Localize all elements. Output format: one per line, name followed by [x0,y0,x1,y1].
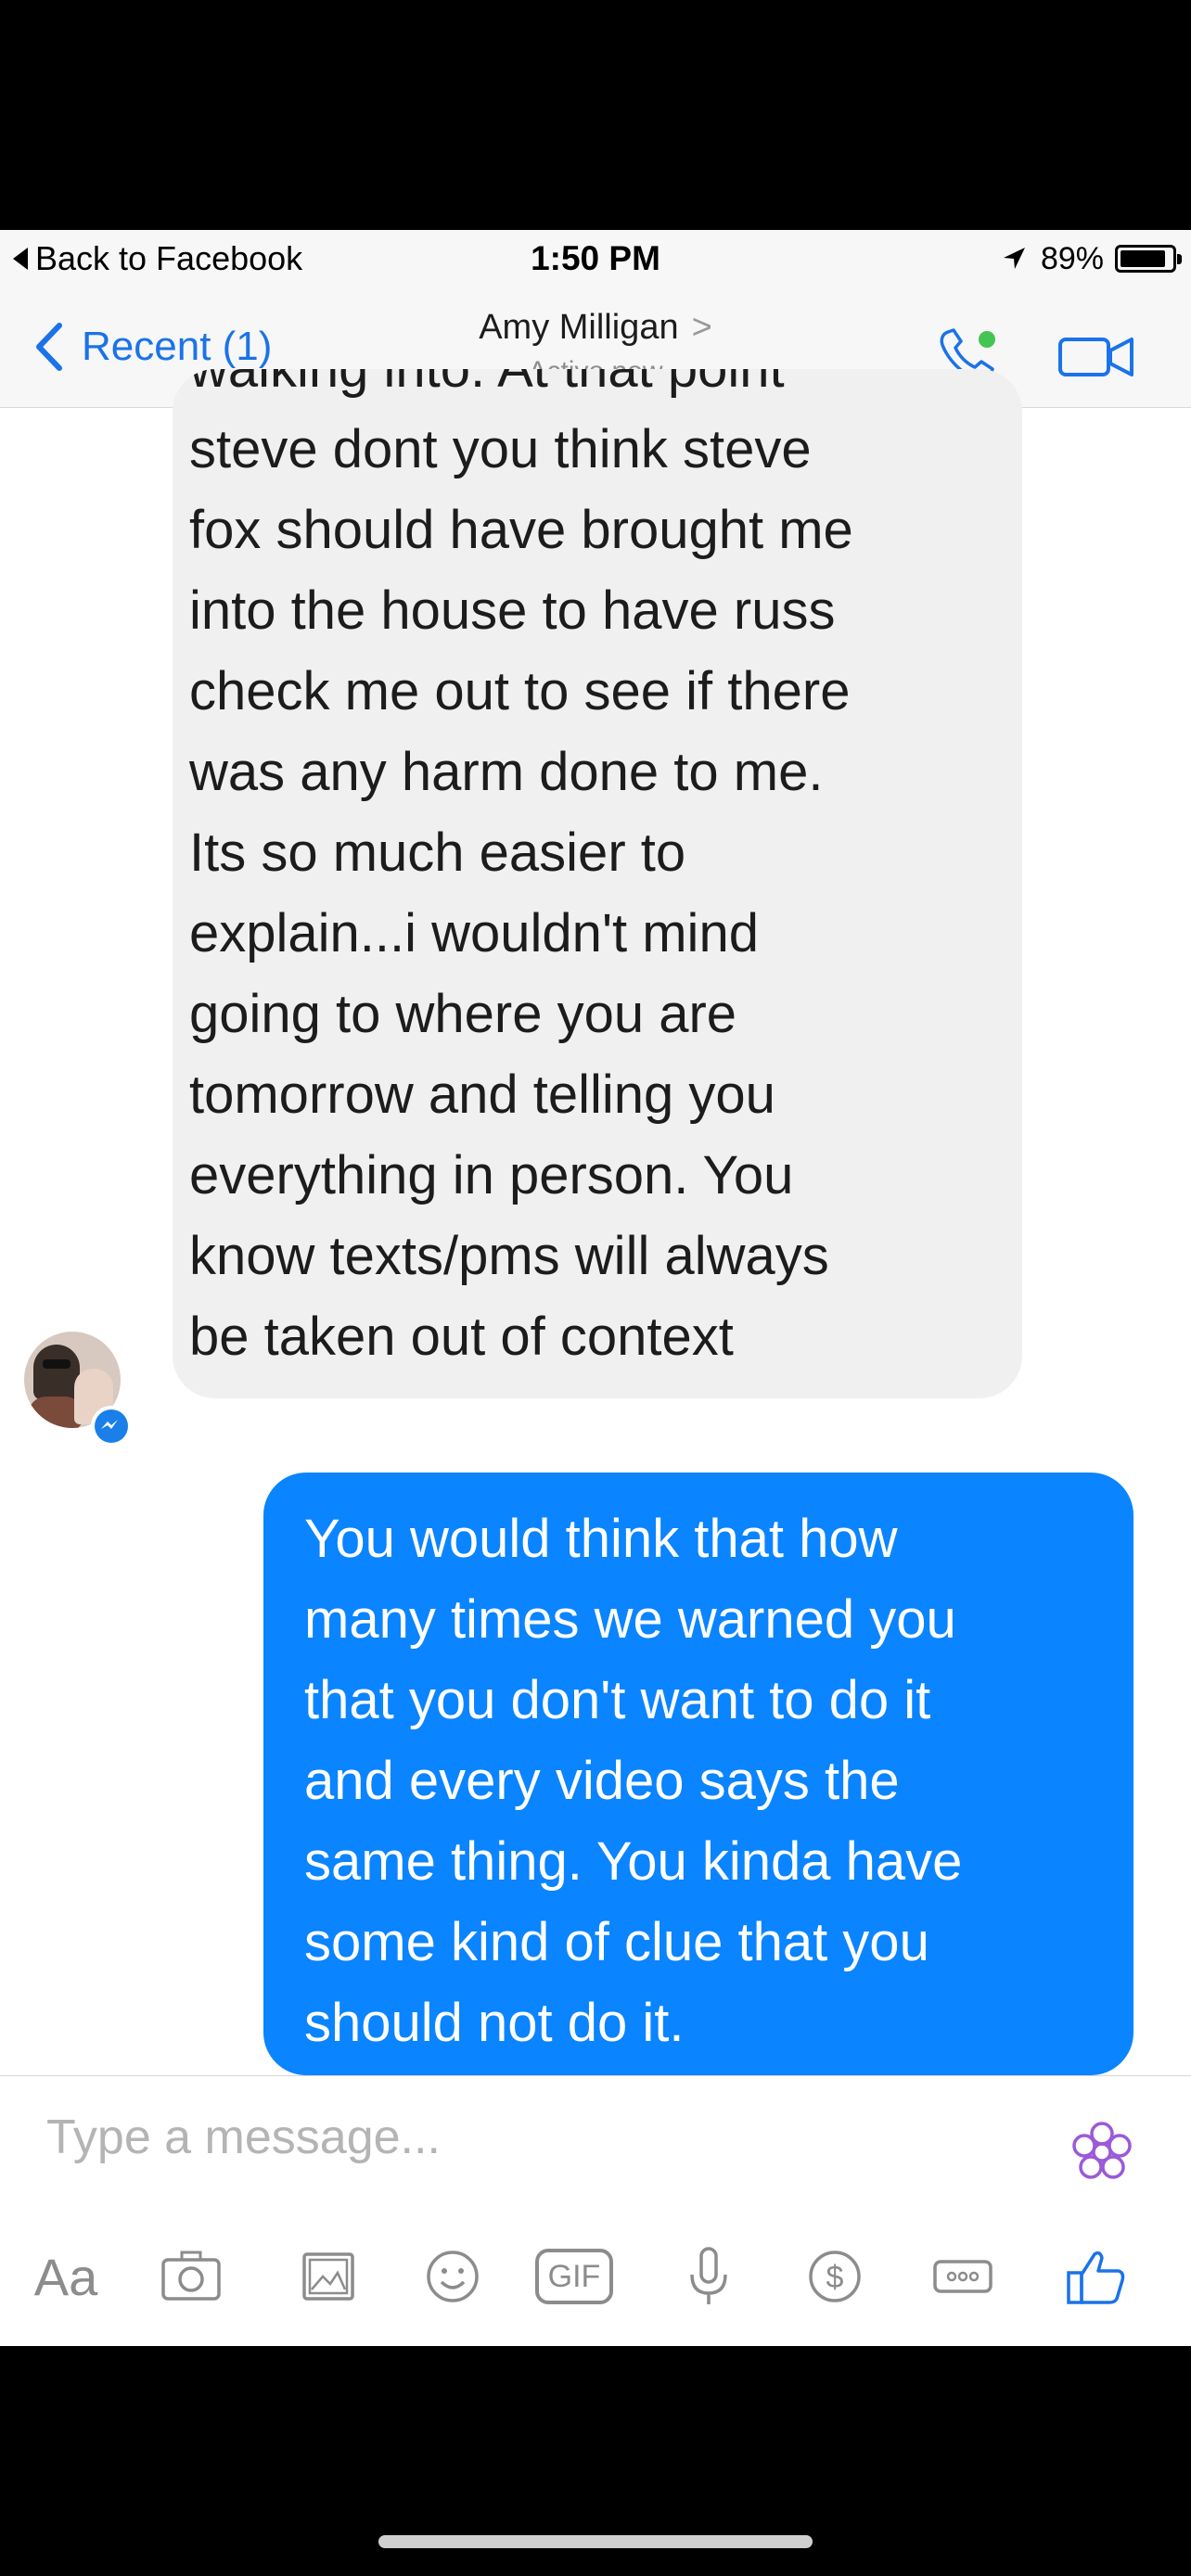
incoming-message-bubble[interactable]: walking into. At that point steve dont y… [173,369,1022,1398]
outgoing-message-bubble[interactable]: You would think that how many times we w… [263,1473,1133,2075]
avatar-shape [43,1359,70,1369]
top-black-bar [0,0,1191,230]
message-line: that you don't want to do it [304,1670,931,1730]
contact-name-text: Amy Milligan [479,308,679,347]
message-line: tomorrow and telling you [189,1065,775,1125]
message-line: steve dont you think steve [189,419,812,479]
message-line: some kind of clue that you [304,1912,929,1972]
location-arrow-icon [1003,248,1025,269]
flower-icon[interactable] [1067,2117,1137,2187]
microphone-icon [690,2247,727,2304]
camera-button[interactable] [154,2239,228,2314]
message-line: and every video says the [304,1751,900,1811]
message-line: going to where you are [189,984,737,1044]
status-right: 89% [1000,237,1182,280]
gif-label: GIF [535,2249,613,2304]
payment-icon: $ [809,2251,861,2302]
message-line: be taken out of context [189,1307,734,1367]
emoji-icon [427,2251,479,2302]
message-line: explain...i wouldn't mind [189,903,759,963]
text-format-button[interactable]: Aa [24,2239,108,2314]
message-line: was any harm done to me. [189,742,824,802]
messenger-badge-icon [91,1406,132,1447]
messenger-bolt-icon [101,1420,118,1429]
message-line: everything in person. You [189,1145,794,1205]
gallery-button[interactable] [291,2239,365,2314]
battery-fill [1121,250,1166,267]
message-line: Its so much easier to [189,823,686,883]
message-line: check me out to see if there [189,661,851,721]
avatar-shape [33,1345,80,1400]
message-line: many times we warned you [304,1589,956,1650]
message-line: should not do it. [304,1993,685,2053]
gallery-icon [302,2252,354,2301]
more-icon [933,2260,992,2293]
message-line: fox should have brought me [189,500,853,560]
messenger-screen: Back to Facebook 1:50 PM 89% Recent (1) … [0,230,1191,2346]
chevron-right-icon: > [691,308,712,347]
thumbs-up-icon [1067,2251,1125,2304]
contact-name[interactable]: Amy Milligan > [0,308,1191,348]
video-camera-icon[interactable] [1057,332,1135,382]
microphone-button[interactable] [672,2239,746,2314]
message-line: know texts/pms will always [189,1226,829,1286]
incoming-message-text: walking into. At that point steve dont y… [189,369,1005,1377]
outgoing-message-text: You would think that how many times we w… [304,1498,1121,2063]
payment-button[interactable]: $ [798,2239,872,2314]
more-button[interactable] [924,2239,1002,2314]
status-bar: Back to Facebook 1:50 PM 89% [0,230,1191,287]
message-line: into the house to have russ [189,580,836,641]
message-line: You would think that how [304,1509,898,1569]
camera-icon [161,2251,221,2301]
message-line: walking into. At that point [189,369,1005,409]
svg-text:$: $ [826,2260,844,2295]
message-line: same thing. You kinda have [304,1831,963,1892]
message-composer: Type a message... Aa GIF $ [0,2075,1191,2346]
like-button[interactable] [1057,2239,1135,2314]
home-indicator[interactable] [378,2535,813,2548]
battery-icon [1115,245,1182,273]
gif-button[interactable]: GIF [532,2239,616,2314]
message-input[interactable]: Type a message... [46,2110,441,2165]
composer-toolbar: Aa GIF $ [0,2239,1191,2314]
battery-percent: 89% [1040,240,1104,276]
emoji-button[interactable] [416,2239,490,2314]
